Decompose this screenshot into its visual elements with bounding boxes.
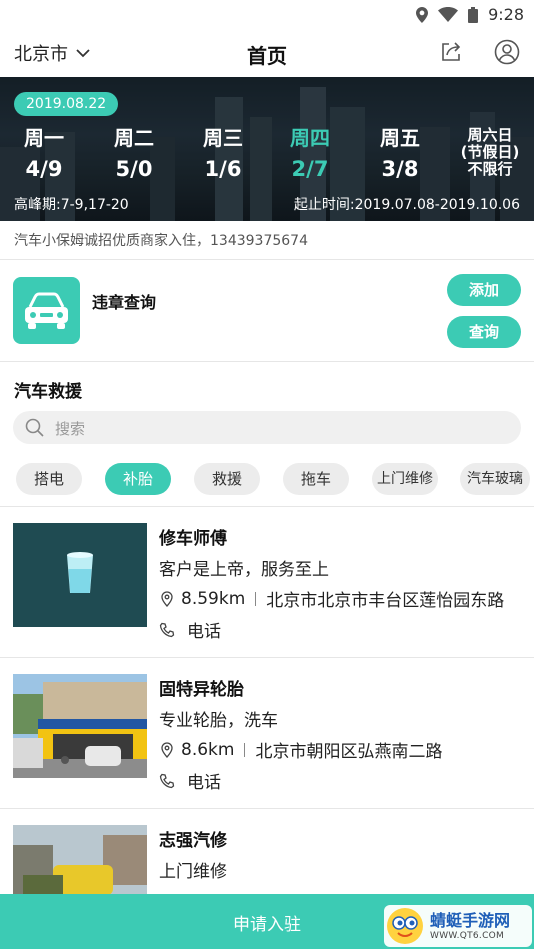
restriction-period: 起止时间:2019.07.08-2019.10.06	[293, 197, 520, 213]
add-vehicle-button[interactable]: 添加	[447, 274, 521, 306]
location-pin-icon	[161, 590, 173, 607]
shop-phone-label: 电话	[187, 622, 221, 642]
shop-list-item[interactable]: 修车师傅 客户是上帝，服务至上 8.59km 北京市北京市丰台区莲怡园东路 电话	[0, 506, 534, 656]
shop-phone-button[interactable]: 电话	[159, 617, 221, 642]
search-placeholder: 搜索	[55, 420, 86, 438]
city-selector[interactable]: 北京市	[14, 40, 90, 66]
status-time: 9:28	[488, 5, 524, 24]
shop-thumbnail	[13, 523, 147, 627]
shop-name: 修车师傅	[159, 529, 227, 549]
shop-name: 固特异轮胎	[159, 680, 244, 700]
shop-list-item[interactable]: 固特异轮胎 专业轮胎，洗车 8.6km 北京市朝阳区弘燕南二路 电话	[0, 657, 534, 807]
location-pin-icon	[161, 741, 173, 758]
recruitment-notice: 汽车小保姆诚招优质商家入住，13439375674	[0, 222, 534, 260]
date-badge: 2019.08.22	[14, 92, 119, 116]
shop-name: 志强汽修	[159, 831, 227, 851]
shop-phone-label: 电话	[187, 773, 221, 793]
separator	[244, 742, 246, 757]
weekday-weekend: 周六日 (节假日) 不限行	[460, 126, 520, 178]
shop-description: 上门维修	[159, 862, 227, 882]
chevron-down-icon	[76, 48, 90, 57]
shop-thumbnail	[13, 825, 147, 894]
status-bar: 9:28	[0, 0, 534, 30]
shop-location: 8.59km 北京市北京市丰台区莲怡园东路	[159, 586, 504, 611]
location-icon	[416, 6, 429, 23]
weekday-monday: 周一 4/9	[24, 126, 64, 181]
shop-list-item[interactable]: 志强汽修 上门维修	[0, 808, 534, 894]
peak-hours: 高峰期:7-9,17-20	[14, 197, 129, 213]
search-input[interactable]: 搜索	[13, 411, 521, 444]
category-chip-rescue[interactable]: 救援	[194, 463, 260, 495]
shop-phone-button[interactable]: 电话	[159, 768, 221, 793]
shop-description: 专业轮胎，洗车	[159, 711, 278, 731]
profile-icon[interactable]	[494, 39, 520, 65]
traffic-restriction-banner: 2019.08.22 周一 4/9 周二 5/0 周三 1/6 周四 2/7 周…	[0, 77, 534, 221]
share-icon[interactable]	[439, 40, 463, 64]
shop-thumbnail	[13, 674, 147, 778]
watermark-title: 蜻蜓手游网	[430, 911, 511, 930]
car-icon	[13, 277, 80, 344]
app-header: 北京市 首页	[0, 30, 534, 76]
category-chip-towing[interactable]: 拖车	[283, 463, 349, 495]
battery-icon	[468, 6, 479, 23]
weekday-wednesday: 周三 1/6	[203, 126, 243, 181]
weekday-thursday: 周四 2/7	[290, 126, 330, 181]
category-chip-auto-glass[interactable]: 汽车玻璃	[460, 463, 530, 495]
city-label: 北京市	[14, 44, 68, 65]
shop-address: 北京市朝阳区弘燕南二路	[255, 742, 443, 762]
category-chip-tire-repair[interactable]: 补胎	[105, 463, 171, 495]
search-icon	[25, 418, 44, 437]
weekday-friday: 周五 3/8	[380, 126, 420, 181]
weekday-tuesday: 周二 5/0	[114, 126, 154, 181]
shop-distance: 8.6km	[181, 739, 235, 760]
rescue-section-title: 汽车救援	[14, 382, 82, 402]
watermark: 蜻蜓手游网 WWW.QT6.COM	[384, 905, 532, 947]
violation-title: 违章查询	[92, 293, 157, 312]
violation-query-section: 违章查询 添加 查询	[0, 262, 534, 362]
shop-address: 北京市北京市丰台区莲怡园东路	[266, 591, 505, 611]
dragonfly-logo-icon	[387, 908, 423, 944]
category-chip-jump-start[interactable]: 搭电	[16, 463, 82, 495]
phone-icon	[159, 773, 175, 788]
query-button[interactable]: 查询	[447, 316, 521, 348]
shop-distance: 8.59km	[181, 588, 246, 609]
category-chip-onsite-repair[interactable]: 上门维修	[372, 463, 438, 495]
watermark-url: WWW.QT6.COM	[430, 931, 505, 941]
shop-description: 客户是上帝，服务至上	[159, 560, 329, 580]
separator	[255, 591, 257, 606]
phone-icon	[159, 622, 175, 637]
shop-location: 8.6km 北京市朝阳区弘燕南二路	[159, 737, 442, 762]
wifi-icon	[438, 7, 459, 22]
